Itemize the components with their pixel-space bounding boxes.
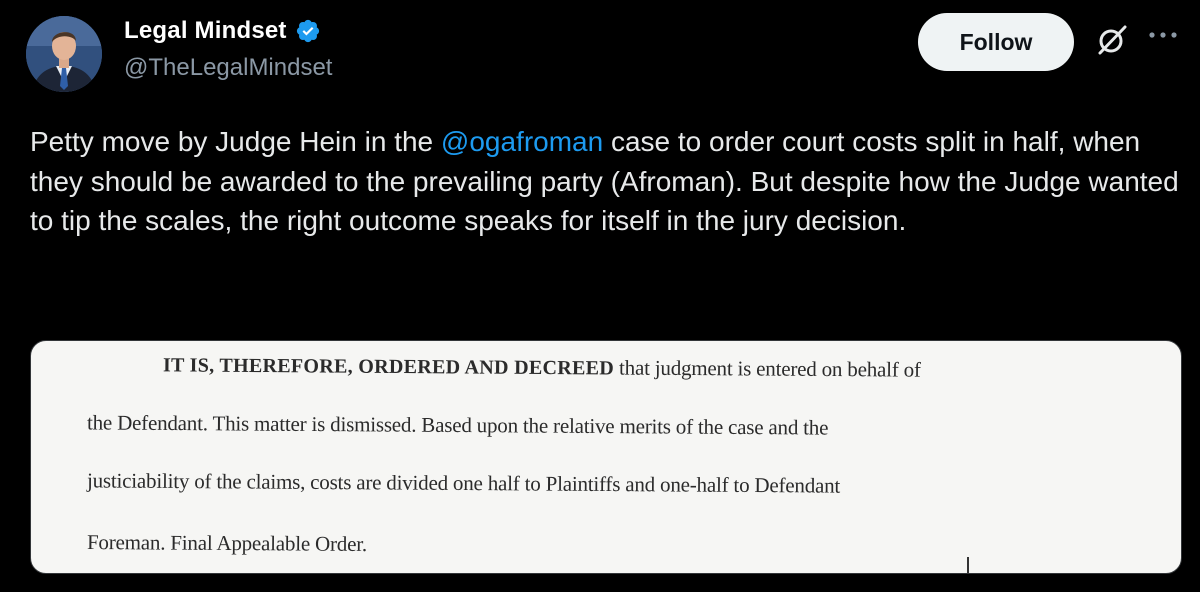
- document-line-2: the Defendant. This matter is dismissed.…: [86, 410, 829, 440]
- document-line-1-rest: that judgment is entered on behalf of: [613, 355, 921, 382]
- verified-badge-icon: [295, 18, 321, 44]
- document-line-1: IT IS, THEREFORE, ORDERED AND DECREED th…: [163, 352, 921, 382]
- post-text-start: Petty move by Judge Hein in the: [30, 126, 441, 157]
- more-horizontal-icon[interactable]: [1146, 28, 1180, 42]
- slashed-circle-icon[interactable]: [1094, 22, 1130, 58]
- avatar[interactable]: [26, 16, 102, 92]
- document-line-4: Foreman. Final Appealable Order.: [86, 530, 368, 556]
- author-name-row[interactable]: Legal Mindset: [124, 14, 321, 48]
- post-text: Petty move by Judge Hein in the @ogafrom…: [30, 122, 1180, 241]
- document-decree-heading: IT IS, THEREFORE, ORDERED AND DECREED: [162, 354, 615, 380]
- follow-button[interactable]: Follow: [918, 13, 1074, 71]
- tweet: Legal Mindset @TheLegalMindset Follow Pe…: [0, 0, 1200, 592]
- mention-link[interactable]: @ogafroman: [441, 126, 603, 157]
- author-display-name[interactable]: Legal Mindset: [124, 17, 287, 45]
- document-line-3: justiciability of the claims, costs are …: [86, 468, 841, 498]
- author-handle[interactable]: @TheLegalMindset: [124, 54, 332, 82]
- profile-photo-icon: [26, 16, 102, 92]
- attached-document-image[interactable]: IT IS, THEREFORE, ORDERED AND DECREED th…: [30, 340, 1182, 574]
- document-mark: [967, 557, 969, 573]
